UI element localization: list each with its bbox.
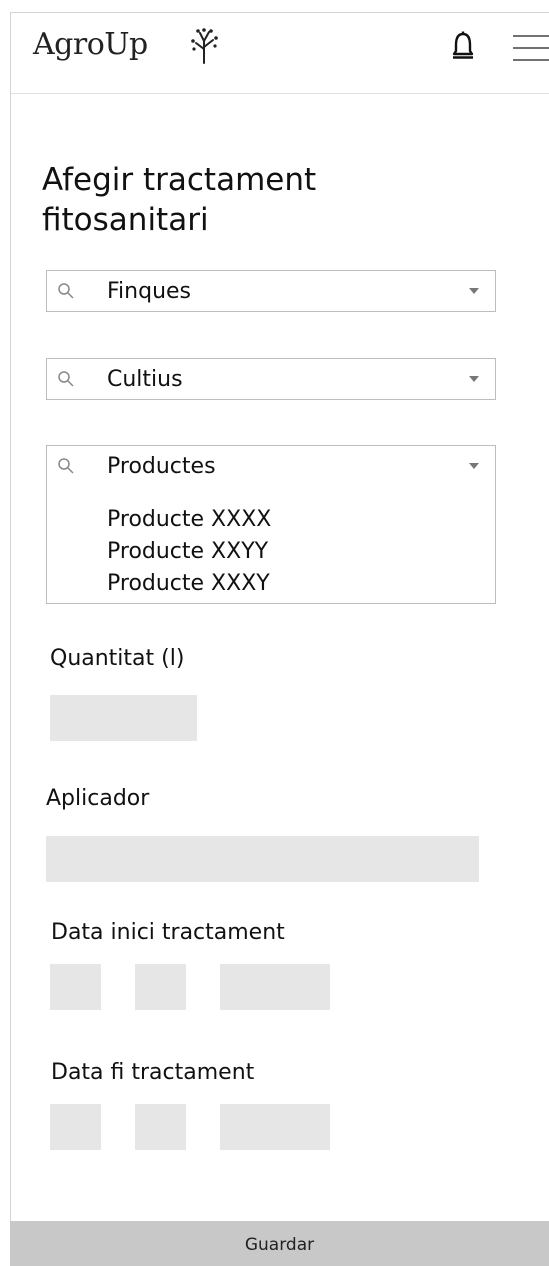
productes-search-select[interactable]: Productes [46,445,496,487]
save-button-label: Guardar [244,1235,315,1255]
start-date-year-input[interactable] [220,964,330,1010]
hamburger-menu-icon[interactable] [511,33,549,63]
start-date-label: Data inici tractament [51,920,285,945]
app-header: AgroUp [11,13,549,94]
page-title: Afegir tractament fitosanitari [42,162,317,238]
chevron-down-icon[interactable] [469,376,479,382]
save-button[interactable]: Guardar [10,1221,549,1266]
chevron-down-icon[interactable] [469,463,479,469]
cultius-search-select[interactable]: Cultius [46,358,496,400]
quantity-input[interactable] [50,695,197,741]
start-date-month-input[interactable] [135,964,186,1010]
chevron-down-icon[interactable] [469,288,479,294]
end-date-day-input[interactable] [50,1104,101,1150]
quantity-label: Quantitat (l) [50,646,185,671]
list-item[interactable]: Producte XXYY [107,536,268,568]
start-date-day-input[interactable] [50,964,101,1010]
tree-sprout-icon [191,28,218,64]
list-item[interactable]: Producte XXXY [107,568,270,600]
end-date-month-input[interactable] [135,1104,186,1150]
search-icon [58,458,74,474]
search-icon [58,371,74,387]
productes-options-list: Producte XXXX Producte XXYY Producte XXX… [46,486,496,604]
cultius-select-label: Cultius [107,367,183,392]
brand-logo-text[interactable]: AgroUp [33,27,148,62]
end-date-year-input[interactable] [220,1104,330,1150]
finques-select-label: Finques [107,279,192,304]
bell-icon[interactable] [451,31,475,61]
finques-search-select[interactable]: Finques [46,270,496,312]
end-date-label: Data fi tractament [51,1060,255,1085]
productes-select-label: Productes [107,454,216,479]
applicator-label: Aplicador [46,786,150,811]
applicator-input[interactable] [46,836,479,882]
search-icon [58,283,74,299]
list-item[interactable]: Producte XXXX [107,504,271,536]
